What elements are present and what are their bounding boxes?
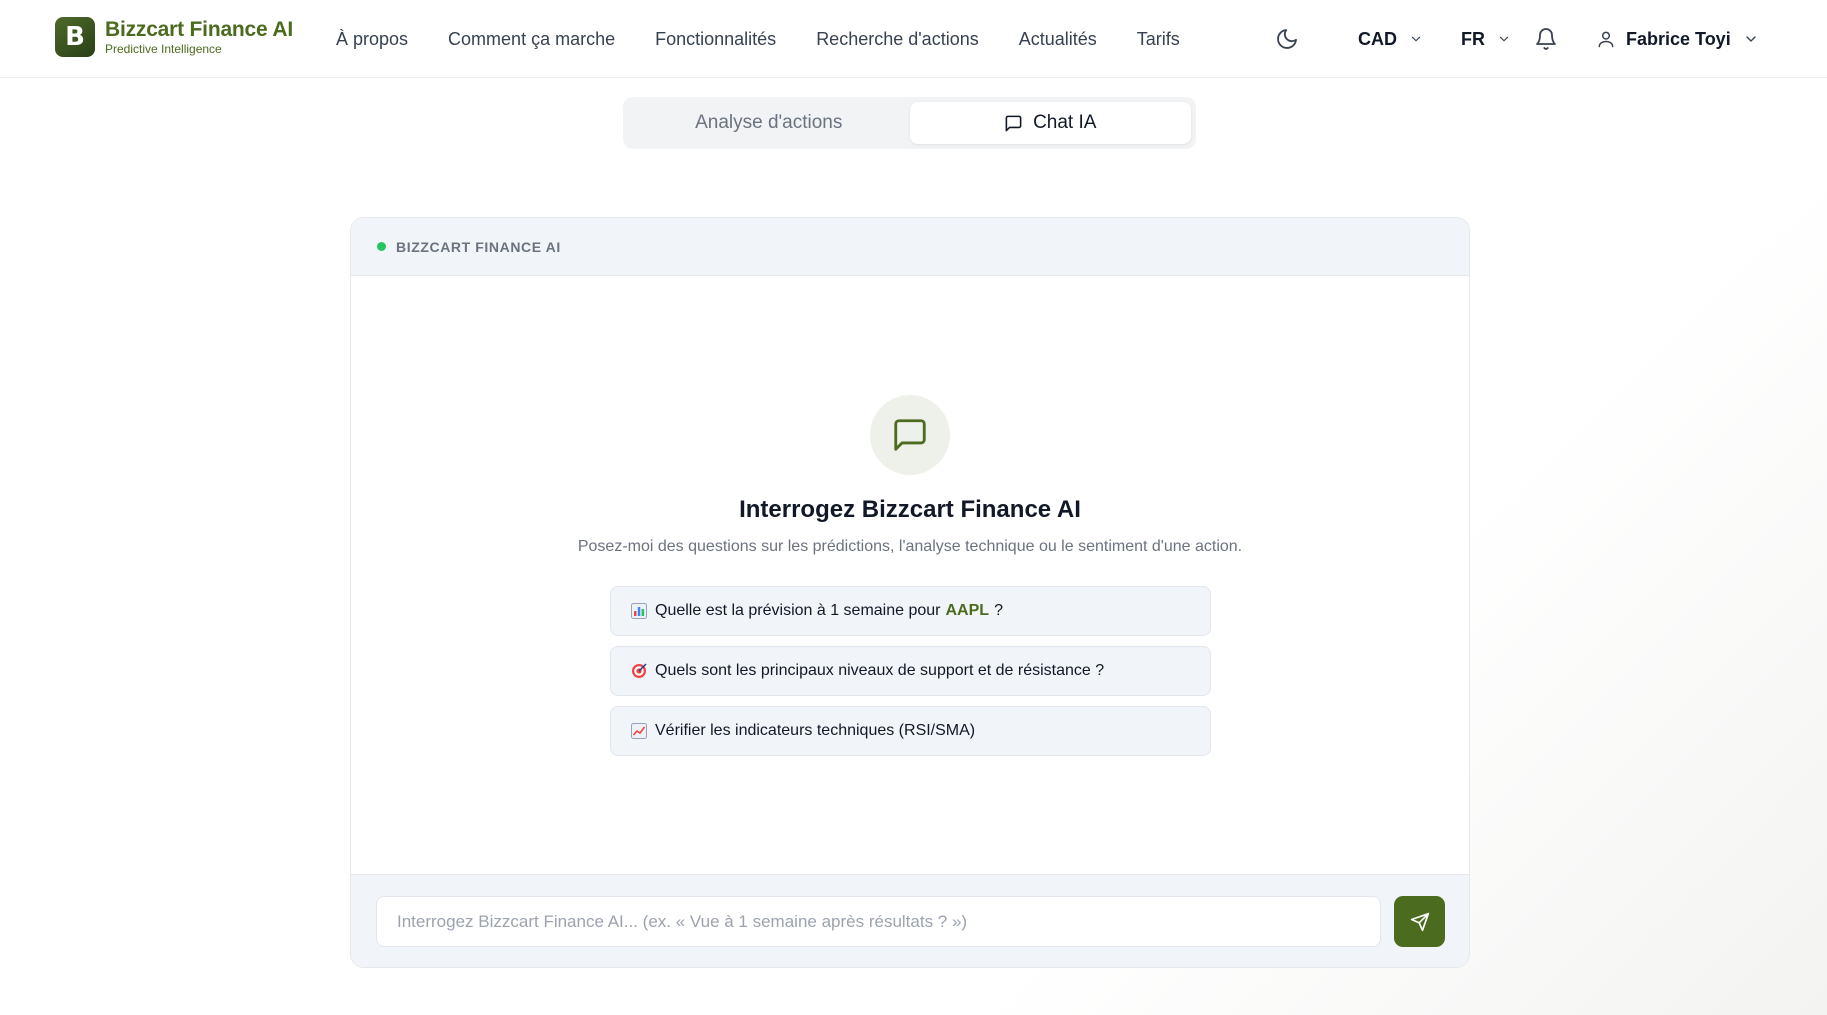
nav-item-how-it-works[interactable]: Comment ça marche [448, 29, 615, 50]
chat-panel: BIZZCART FINANCE AI Interrogez Bizzcart … [350, 217, 1470, 968]
chat-bubble-icon [870, 395, 950, 475]
send-button[interactable] [1394, 896, 1445, 947]
ticker-symbol: AAPL [945, 602, 990, 619]
theme-toggle-button[interactable] [1275, 27, 1299, 51]
tab-label: Chat IA [1033, 112, 1097, 133]
empty-state-title: Interrogez Bizzcart Finance AI [739, 496, 1081, 523]
language-dropdown[interactable]: FR [1461, 29, 1511, 50]
tab-ai-chat[interactable]: Chat IA [909, 102, 1191, 144]
suggestion-text: Quels sont les principaux niveaux de sup… [655, 662, 1105, 679]
chat-icon [1005, 115, 1022, 131]
chat-messages-area: Interrogez Bizzcart Finance AI Posez-moi… [351, 276, 1469, 876]
chat-header-title: BIZZCART FINANCE AI [396, 238, 561, 255]
suggestion-text: Quelle est la prévision à 1 semaine pour [655, 602, 941, 619]
online-status-dot [377, 242, 386, 251]
user-menu[interactable]: Fabrice Toyi [1596, 29, 1759, 50]
user-name: Fabrice Toyi [1626, 28, 1731, 49]
suggestion-text: Vérifier les indicateurs techniques (RSI… [655, 722, 976, 739]
chat-composer [351, 874, 1469, 967]
currency-dropdown[interactable]: CAD [1358, 29, 1423, 50]
brand-name: Bizzcart Finance AI [105, 18, 293, 41]
mode-tabs: Analyse d'actions Chat IA [623, 97, 1196, 149]
suggestion-support-resistance[interactable]: Quels sont les principaux niveaux de sup… [610, 646, 1211, 696]
logo-icon: B [55, 17, 95, 57]
moon-icon [1277, 29, 1297, 49]
main-nav: À propos Comment ça marche Fonctionnalit… [336, 0, 1220, 78]
trend-up-emoji-icon [631, 723, 647, 739]
tab-stock-analysis[interactable]: Analyse d'actions [628, 102, 910, 144]
send-icon [1410, 912, 1429, 931]
chevron-down-icon [1746, 36, 1756, 42]
chevron-down-icon [1411, 36, 1421, 42]
brand-logo[interactable]: B Bizzcart Finance AI Predictive Intelli… [55, 17, 293, 57]
nav-item-stock-search[interactable]: Recherche d'actions [816, 29, 979, 50]
currency-value: CAD [1358, 28, 1397, 49]
nav-item-features[interactable]: Fonctionnalités [655, 29, 776, 50]
brand-tagline: Predictive Intelligence [105, 42, 222, 56]
bar-chart-emoji-icon [631, 603, 647, 619]
chat-input[interactable] [376, 896, 1381, 947]
tab-label: Analyse d'actions [695, 112, 843, 133]
bell-icon [1536, 28, 1556, 50]
chat-header: BIZZCART FINANCE AI [351, 218, 1469, 276]
nav-item-news[interactable]: Actualités [1019, 29, 1097, 50]
notifications-button[interactable] [1534, 27, 1558, 51]
empty-state-subtitle: Posez-moi des questions sur les prédicti… [577, 538, 1243, 555]
suggestion-forecast-aapl[interactable]: Quelle est la prévision à 1 semaine pour… [610, 586, 1211, 636]
language-value: FR [1461, 28, 1485, 49]
suggestion-list: Quelle est la prévision à 1 semaine pour… [610, 586, 1211, 766]
chevron-down-icon [1499, 36, 1509, 42]
top-navbar: B Bizzcart Finance AI Predictive Intelli… [0, 0, 1827, 78]
nav-item-pricing[interactable]: Tarifs [1137, 29, 1180, 50]
suggestion-suffix: ? [994, 602, 1003, 619]
user-icon [1598, 31, 1614, 48]
target-emoji-icon [631, 663, 647, 679]
suggestion-technical-indicators[interactable]: Vérifier les indicateurs techniques (RSI… [610, 706, 1211, 756]
nav-item-about[interactable]: À propos [336, 29, 408, 50]
